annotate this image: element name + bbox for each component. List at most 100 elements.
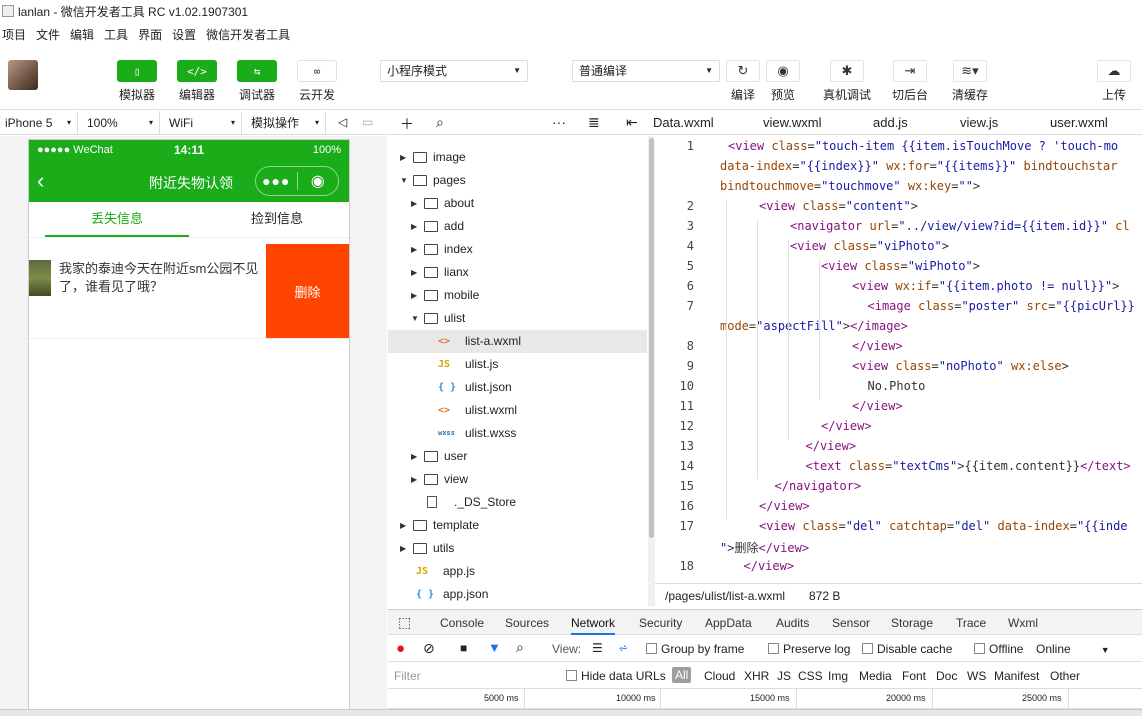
zoom-select[interactable]: 100% ▾	[82, 111, 160, 135]
file-tree-item[interactable]: JS app.js	[388, 560, 647, 583]
code-line[interactable]: <view class="viPhoto">	[790, 239, 949, 253]
volume-icon[interactable]: ◁	[338, 115, 347, 129]
more-dots-icon[interactable]: ●●●	[256, 173, 297, 189]
file-tree-item[interactable]: ▶ mobile	[388, 284, 647, 307]
filter-css[interactable]: CSS	[798, 669, 823, 683]
list-view-icon[interactable]: ☰	[592, 641, 603, 655]
code-line[interactable]: <view class="wiPhoto">	[821, 259, 980, 273]
menu-edit[interactable]: 编辑	[68, 26, 100, 43]
caret-right-icon[interactable]: ▶	[411, 468, 417, 491]
file-tree-item[interactable]: <> ulist.wxml	[388, 399, 647, 422]
preview-button[interactable]: ◉ 预览	[761, 60, 805, 103]
code-line[interactable]: bindtouchmove="touchmove" wx:key="">	[720, 179, 980, 193]
filter-ws[interactable]: WS	[967, 669, 986, 683]
tab-found-info[interactable]: 捡到信息	[205, 202, 349, 237]
file-tree-item[interactable]: <> list-a.wxml	[388, 330, 647, 353]
editor-tab[interactable]: user.wxml	[1050, 115, 1108, 130]
filter-cloud[interactable]: Cloud	[704, 669, 735, 683]
device-select[interactable]: iPhone 5 ▾	[0, 111, 78, 135]
network-select[interactable]: WiFi ▾	[164, 111, 242, 135]
file-tree-item[interactable]: { } app.json	[388, 583, 647, 606]
clear-cache-button[interactable]: ≋▾ 清缓存	[948, 60, 992, 103]
filter-manifest[interactable]: Manifest	[994, 669, 1039, 683]
user-avatar[interactable]	[8, 60, 38, 90]
search-icon[interactable]: ⌕	[436, 114, 444, 131]
caret-down-icon[interactable]: ▼	[411, 307, 419, 330]
code-editor[interactable]: 1 <view class="touch-item {{item.isTouchM…	[656, 136, 1142, 582]
code-line[interactable]: <text class="textCms">{{item.content}}</…	[806, 459, 1131, 473]
editor-tab[interactable]: Data.wxml	[653, 115, 714, 130]
code-line[interactable]: No.Photo	[868, 379, 926, 393]
clear-icon[interactable]: ⊘	[423, 640, 435, 657]
file-tree-item[interactable]: JS ulist.js	[388, 353, 647, 376]
tab-appdata[interactable]: AppData	[705, 616, 752, 630]
group-by-frame-checkbox[interactable]: Group by frame	[646, 642, 744, 656]
menu-settings[interactable]: 设置	[170, 26, 202, 43]
code-line[interactable]: <view class="noPhoto" wx:else>	[852, 359, 1069, 373]
caret-right-icon[interactable]: ▶	[411, 261, 417, 284]
file-tree-item[interactable]: ▶ lianx	[388, 261, 647, 284]
cloud-dev-button[interactable]: ∞ 云开发	[292, 60, 342, 103]
code-line[interactable]: </view>	[806, 439, 857, 453]
disable-cache-checkbox[interactable]: Disable cache	[862, 642, 952, 656]
tab-network[interactable]: Network	[571, 616, 616, 635]
search-icon[interactable]: ⌕	[516, 639, 524, 656]
filter-xhr[interactable]: XHR	[744, 669, 769, 683]
tab-trace[interactable]: Trace	[956, 616, 986, 630]
menu-project[interactable]: 项目	[0, 26, 32, 43]
collapse-all-icon[interactable]: ≣	[588, 114, 600, 131]
hide-data-urls-checkbox[interactable]: Hide data URLs	[566, 669, 666, 683]
filter-font[interactable]: Font	[902, 669, 926, 683]
code-line[interactable]: <view class="content">	[759, 199, 918, 213]
code-line[interactable]: ">删除</view>	[720, 539, 809, 556]
code-line[interactable]: <view wx:if="{{item.photo != null}}">	[852, 279, 1119, 293]
caret-down-icon[interactable]: ▼	[400, 169, 408, 192]
horizontal-scrollbar[interactable]	[0, 709, 1142, 716]
upload-button[interactable]: ☁ 上传	[1092, 60, 1136, 103]
menu-interface[interactable]: 界面	[136, 26, 168, 43]
caret-right-icon[interactable]: ▶	[400, 146, 406, 169]
camera-icon[interactable]: ■	[460, 641, 467, 655]
code-line[interactable]: mode="aspectFill"></image>	[720, 319, 908, 333]
filter-other[interactable]: Other	[1050, 669, 1080, 683]
file-tree-item[interactable]: ▶ index	[388, 238, 647, 261]
caret-right-icon[interactable]: ▶	[400, 537, 406, 560]
menu-wechat-devtools[interactable]: 微信开发者工具	[204, 26, 296, 43]
code-line[interactable]: <navigator url="../view/view?id={{item.i…	[790, 219, 1130, 233]
tab-storage[interactable]: Storage	[891, 616, 933, 630]
file-tree-scrollbar[interactable]	[648, 136, 655, 606]
tab-sensor[interactable]: Sensor	[832, 616, 870, 630]
file-tree-item[interactable]: ▶ add	[388, 215, 647, 238]
file-tree-item[interactable]: ._DS_Store	[388, 491, 647, 514]
list-item[interactable]: 我家的泰迪今天在附近sm公园不见了，谁看见了哦？ 删除	[29, 244, 349, 339]
debugger-button[interactable]: ⇆ 调试器	[232, 60, 282, 103]
editor-tab[interactable]: view.js	[960, 115, 998, 130]
simulator-button[interactable]: ▯ 模拟器	[112, 60, 162, 103]
tab-console[interactable]: Console	[440, 616, 484, 630]
code-line[interactable]: </view>	[821, 419, 872, 433]
filter-doc[interactable]: Doc	[936, 669, 957, 683]
code-line[interactable]: <image class="poster" src="{{picUrl}}	[868, 299, 1135, 313]
inspect-icon[interactable]: ⬚	[398, 614, 411, 631]
code-line[interactable]: </view>	[852, 339, 903, 353]
close-circle-icon[interactable]: ◉	[297, 171, 338, 191]
file-tree-item[interactable]: ▶ user	[388, 445, 647, 468]
compile-button[interactable]: ↻ 编译	[721, 60, 765, 103]
code-line[interactable]: data-index="{{index}}" wx:for="{{items}}…	[720, 159, 1117, 173]
code-line[interactable]: </navigator>	[775, 479, 862, 493]
filter-icon[interactable]: ▼	[488, 640, 501, 655]
background-button[interactable]: ⇥ 切后台	[888, 60, 932, 103]
caret-right-icon[interactable]: ▶	[411, 284, 417, 307]
caret-right-icon[interactable]: ▶	[411, 238, 417, 261]
file-tree-item[interactable]: ▶ about	[388, 192, 647, 215]
tab-security[interactable]: Security	[639, 616, 682, 630]
window-icon[interactable]: ▭	[362, 115, 373, 129]
file-tree-item[interactable]: { } ulist.json	[388, 376, 647, 399]
code-line[interactable]: <view class="del" catchtap="del" data-in…	[759, 519, 1128, 533]
tab-lost-info[interactable]: 丢失信息	[45, 202, 189, 237]
filter-img[interactable]: Img	[828, 669, 848, 683]
editor-button[interactable]: </> 编辑器	[172, 60, 222, 103]
file-tree-item[interactable]: ▶ view	[388, 468, 647, 491]
menu-tools[interactable]: 工具	[102, 26, 134, 43]
file-tree-item[interactable]: ▶ image	[388, 146, 647, 169]
